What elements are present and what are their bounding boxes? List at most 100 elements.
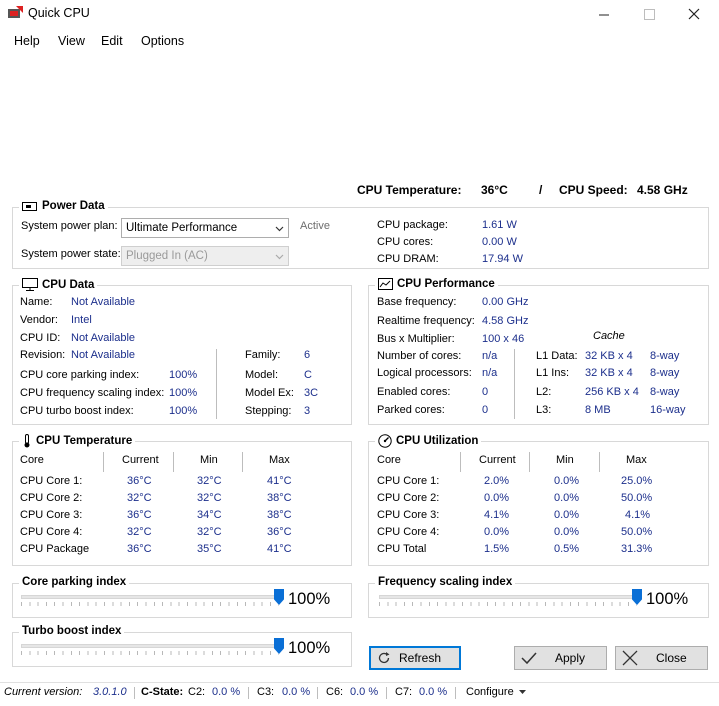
power-plan-select[interactable]: Ultimate Performance: [121, 218, 289, 238]
divider: [386, 687, 387, 699]
cache-l3-way: 16-way: [650, 404, 686, 416]
menu-help[interactable]: Help: [14, 34, 40, 48]
cpu-dram-power-label: CPU DRAM:: [377, 253, 439, 265]
temp-row-min: 35°C: [197, 543, 222, 555]
frequency-scaling-label: CPU frequency scaling index:: [20, 387, 165, 399]
temp-row-max: 38°C: [267, 492, 292, 504]
turbo-boost-slider-track[interactable]: [21, 644, 279, 648]
turbo-boost-label: CPU turbo boost index:: [20, 405, 134, 417]
slider-ticks: [379, 602, 637, 606]
util-row-current: 0.0%: [484, 526, 510, 538]
temp-row-current: 36°C: [127, 543, 152, 555]
util-row-label: CPU Core 3:: [377, 509, 440, 521]
close-window-button[interactable]: [671, 0, 717, 28]
bus-multiplier-value: 100 x 46: [482, 333, 525, 345]
menu-view[interactable]: View: [58, 34, 85, 48]
temp-row-max: 41°C: [267, 543, 292, 555]
power-state-value: Plugged In (AC): [126, 250, 208, 262]
turbo-boost-slider-group: Turbo boost index 100%: [12, 625, 352, 667]
cache-l1-data-size: 32 KB x 4: [585, 350, 633, 362]
util-row-min: 0.0%: [554, 526, 580, 538]
core-parking-slider-track[interactable]: [21, 595, 279, 599]
divider: [599, 452, 600, 472]
slider-ticks: [21, 651, 279, 655]
cpu-id-value: Not Available: [71, 332, 136, 344]
divider: [529, 452, 530, 472]
power-data-group: Power Data System power plan: Ultimate P…: [12, 200, 709, 269]
checkmark-icon: [521, 652, 537, 665]
frequency-scaling-slider-track[interactable]: [379, 595, 637, 599]
util-row-max: 50.0%: [621, 526, 653, 538]
c3-value: 0.0 %: [282, 686, 311, 698]
close-x-icon: [622, 650, 638, 666]
apply-button-label: Apply: [555, 651, 586, 665]
version-value: 3.0.1.0: [93, 686, 127, 698]
stepping-value: 3: [304, 405, 311, 417]
parked-cores-label: Parked cores:: [377, 404, 445, 416]
temp-header-min: Min: [200, 454, 218, 466]
temp-row-min: 32°C: [197, 475, 222, 487]
power-state-label: System power state:: [21, 248, 121, 260]
slider-ticks: [21, 602, 279, 606]
temp-row-min: 32°C: [197, 526, 222, 538]
divider: [103, 452, 104, 472]
base-frequency-label: Base frequency:: [377, 296, 457, 308]
temp-row-current: 36°C: [127, 475, 152, 487]
configure-menu[interactable]: Configure: [466, 686, 526, 698]
c3-label: C3:: [257, 686, 275, 698]
frequency-scaling-value: 100%: [169, 387, 198, 399]
util-row-min: 0.5%: [554, 543, 580, 555]
cpu-utilization-group: CPU Utilization Core Current Min Max CPU…: [368, 434, 709, 566]
minimize-button[interactable]: [581, 0, 627, 28]
vendor-label: Vendor:: [20, 314, 58, 326]
cpu-package-power-value: 1.61 W: [482, 219, 517, 231]
gauge-icon: [378, 434, 392, 448]
status-bar-divider: [0, 682, 719, 683]
version-label: Current version:: [4, 686, 83, 698]
divider: [248, 687, 249, 699]
temp-header-current: Current: [122, 454, 159, 466]
cpu-utilization-title: CPU Utilization: [375, 434, 482, 448]
util-row-current: 0.0%: [484, 492, 510, 504]
refresh-button[interactable]: Refresh: [369, 646, 461, 670]
temp-row-label: CPU Core 3:: [20, 509, 83, 521]
cpu-performance-title-text: CPU Performance: [397, 278, 495, 290]
cache-l1-data-way: 8-way: [650, 350, 680, 362]
frequency-scaling-slider-value: 100%: [646, 590, 689, 608]
temp-header-core: Core: [20, 454, 44, 466]
power-data-title-text: Power Data: [42, 200, 105, 212]
name-value: Not Available: [71, 296, 136, 308]
c7-label: C7:: [395, 686, 413, 698]
util-row-min: 0.0%: [554, 492, 580, 504]
divider: [173, 452, 174, 472]
util-header-core: Core: [377, 454, 401, 466]
util-row-max: 31.3%: [621, 543, 653, 555]
cpu-speed-value: 4.58 GHz: [637, 183, 688, 197]
close-button[interactable]: Close: [615, 646, 708, 670]
cache-heading: Cache: [593, 330, 625, 342]
frequency-scaling-slider-group: Frequency scaling index 100%: [368, 576, 709, 618]
divider: [514, 349, 515, 419]
realtime-frequency-label: Realtime frequency:: [377, 315, 475, 327]
stepping-label: Stepping:: [245, 405, 292, 417]
cpu-performance-group: CPU Performance Base frequency: 0.00 GHz…: [368, 278, 709, 425]
number-of-cores-label: Number of cores:: [377, 350, 462, 362]
divider: [317, 687, 318, 699]
core-parking-label: CPU core parking index:: [20, 369, 140, 381]
chevron-down-icon: [275, 254, 284, 260]
util-row-min: 0.0%: [554, 509, 580, 521]
menu-options[interactable]: Options: [141, 34, 184, 48]
model-value: C: [304, 369, 312, 381]
refresh-icon: [378, 652, 390, 664]
cache-l2-size: 256 KB x 4: [585, 386, 639, 398]
util-header-min: Min: [556, 454, 574, 466]
cache-l1-ins-label: L1 Ins:: [536, 367, 570, 379]
divider: [134, 687, 135, 699]
name-label: Name:: [20, 296, 53, 308]
menu-edit[interactable]: Edit: [101, 34, 123, 48]
temp-row-min: 32°C: [197, 492, 222, 504]
logical-processors-label: Logical processors:: [377, 367, 472, 379]
core-parking-slider-title: Core parking index: [19, 576, 130, 588]
util-row-label: CPU Core 1:: [377, 475, 440, 487]
apply-button[interactable]: Apply: [514, 646, 607, 670]
